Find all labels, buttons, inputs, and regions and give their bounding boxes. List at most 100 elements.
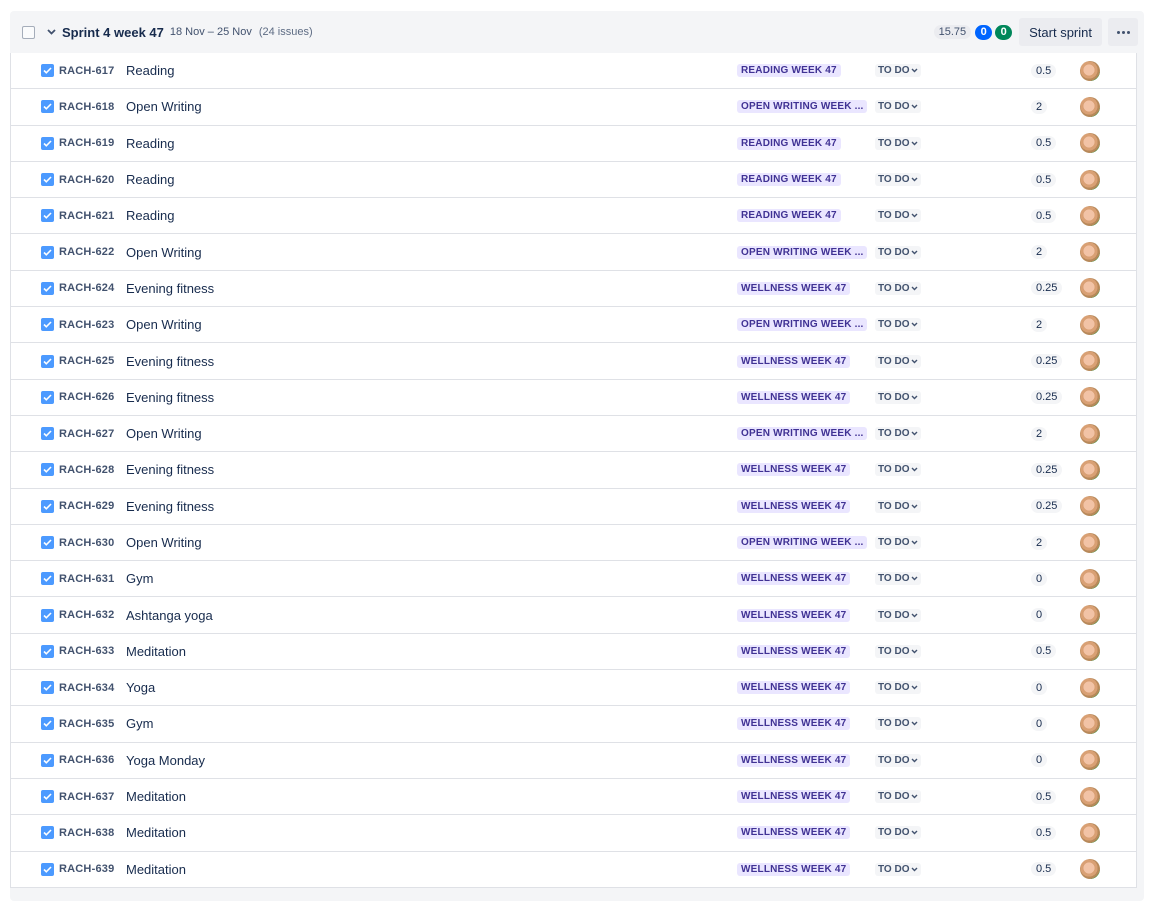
status-dropdown[interactable]: TO DO bbox=[875, 318, 922, 332]
issue-key[interactable]: RACH-625 bbox=[59, 355, 114, 367]
status-dropdown[interactable]: TO DO bbox=[875, 64, 922, 78]
epic-label[interactable]: READING WEEK 47 bbox=[737, 64, 841, 78]
epic-label[interactable]: WELLNESS WEEK 47 bbox=[737, 862, 851, 876]
assignee-avatar[interactable] bbox=[1080, 96, 1100, 117]
issue-summary[interactable]: Evening fitness bbox=[126, 462, 214, 477]
epic-label[interactable]: WELLNESS WEEK 47 bbox=[737, 499, 851, 513]
status-dropdown[interactable]: TO DO bbox=[875, 536, 922, 549]
status-dropdown[interactable]: TO DO bbox=[875, 390, 922, 404]
issue-key[interactable]: RACH-621 bbox=[59, 210, 114, 222]
epic-label[interactable]: WELLNESS WEEK 47 bbox=[737, 753, 851, 767]
issue-key[interactable]: RACH-638 bbox=[59, 827, 114, 839]
issue-summary[interactable]: Open Writing bbox=[126, 535, 202, 550]
story-points-estimate[interactable]: 0 bbox=[1031, 716, 1048, 731]
epic-label[interactable]: OPEN WRITING WEEK ... bbox=[737, 536, 867, 549]
story-points-estimate[interactable]: 0.5 bbox=[1031, 789, 1057, 804]
assignee-avatar[interactable] bbox=[1080, 423, 1100, 444]
story-points-estimate[interactable]: 0.25 bbox=[1031, 390, 1063, 405]
more-actions-button[interactable] bbox=[1108, 18, 1138, 46]
status-dropdown[interactable]: TO DO bbox=[875, 245, 922, 259]
status-dropdown[interactable]: TO DO bbox=[875, 644, 922, 658]
assignee-avatar[interactable] bbox=[1080, 387, 1100, 408]
status-dropdown[interactable]: TO DO bbox=[875, 427, 922, 441]
story-points-estimate[interactable]: 0.25 bbox=[1031, 462, 1063, 477]
assignee-avatar[interactable] bbox=[1080, 314, 1100, 335]
chevron-down-icon[interactable] bbox=[44, 25, 58, 39]
story-points-estimate[interactable]: 2 bbox=[1031, 317, 1048, 332]
issue-summary[interactable]: Meditation bbox=[126, 862, 186, 877]
issue-summary[interactable]: Evening fitness bbox=[126, 281, 214, 296]
issue-key[interactable]: RACH-634 bbox=[59, 682, 114, 694]
issue-summary[interactable]: Meditation bbox=[126, 789, 186, 804]
issue-row[interactable]: RACH-621 Reading READING WEEK 47 TO DO 0… bbox=[11, 198, 1136, 235]
issue-summary[interactable]: Reading bbox=[126, 208, 174, 223]
issue-summary[interactable]: Open Writing bbox=[126, 245, 202, 260]
story-points-estimate[interactable]: 2 bbox=[1031, 245, 1048, 260]
issue-summary[interactable]: Evening fitness bbox=[126, 499, 214, 514]
epic-label[interactable]: OPEN WRITING WEEK ... bbox=[737, 318, 867, 332]
epic-label[interactable]: WELLNESS WEEK 47 bbox=[737, 681, 851, 695]
issue-summary[interactable]: Reading bbox=[126, 172, 174, 187]
assignee-avatar[interactable] bbox=[1080, 713, 1100, 734]
issue-summary[interactable]: Evening fitness bbox=[126, 354, 214, 369]
issue-summary[interactable]: Gym bbox=[126, 716, 153, 731]
issue-row[interactable]: RACH-628 Evening fitness WELLNESS WEEK 4… bbox=[11, 452, 1136, 489]
issue-key[interactable]: RACH-635 bbox=[59, 718, 114, 730]
issue-key[interactable]: RACH-620 bbox=[59, 174, 114, 186]
epic-label[interactable]: WELLNESS WEEK 47 bbox=[737, 608, 851, 622]
epic-label[interactable]: READING WEEK 47 bbox=[737, 173, 841, 187]
issue-row[interactable]: RACH-629 Evening fitness WELLNESS WEEK 4… bbox=[11, 489, 1136, 525]
story-points-estimate[interactable]: 2 bbox=[1031, 426, 1048, 441]
story-points-estimate[interactable]: 2 bbox=[1031, 99, 1048, 114]
epic-label[interactable]: READING WEEK 47 bbox=[737, 136, 841, 150]
status-dropdown[interactable]: TO DO bbox=[875, 608, 922, 622]
assignee-avatar[interactable] bbox=[1080, 133, 1100, 154]
status-dropdown[interactable]: TO DO bbox=[875, 790, 922, 804]
issue-row[interactable]: RACH-623 Open Writing OPEN WRITING WEEK … bbox=[11, 307, 1136, 344]
assignee-avatar[interactable] bbox=[1080, 496, 1100, 517]
assignee-avatar[interactable] bbox=[1080, 278, 1100, 299]
issue-row[interactable]: RACH-624 Evening fitness WELLNESS WEEK 4… bbox=[11, 271, 1136, 308]
status-dropdown[interactable]: TO DO bbox=[875, 100, 922, 114]
issue-key[interactable]: RACH-628 bbox=[59, 464, 114, 476]
epic-label[interactable]: WELLNESS WEEK 47 bbox=[737, 390, 851, 404]
epic-label[interactable]: OPEN WRITING WEEK ... bbox=[737, 427, 867, 441]
epic-label[interactable]: WELLNESS WEEK 47 bbox=[737, 572, 851, 586]
epic-label[interactable]: OPEN WRITING WEEK ... bbox=[737, 245, 867, 259]
issue-row[interactable]: RACH-631 Gym WELLNESS WEEK 47 TO DO 0 bbox=[11, 561, 1136, 598]
issue-key[interactable]: RACH-617 bbox=[59, 65, 114, 77]
story-points-estimate[interactable]: 0.25 bbox=[1031, 281, 1063, 296]
assignee-avatar[interactable] bbox=[1080, 605, 1100, 626]
status-dropdown[interactable]: TO DO bbox=[875, 463, 922, 477]
issue-summary[interactable]: Yoga Monday bbox=[126, 753, 205, 768]
issue-row[interactable]: RACH-619 Reading READING WEEK 47 TO DO 0… bbox=[11, 126, 1136, 162]
sprint-select-checkbox[interactable] bbox=[22, 25, 35, 39]
assignee-avatar[interactable] bbox=[1080, 60, 1100, 81]
issue-summary[interactable]: Reading bbox=[126, 136, 174, 151]
epic-label[interactable]: WELLNESS WEEK 47 bbox=[737, 354, 851, 368]
epic-label[interactable]: OPEN WRITING WEEK ... bbox=[737, 100, 867, 114]
issue-key[interactable]: RACH-637 bbox=[59, 791, 114, 803]
issue-row[interactable]: RACH-620 Reading READING WEEK 47 TO DO 0… bbox=[11, 162, 1136, 199]
story-points-estimate[interactable]: 0.25 bbox=[1031, 354, 1063, 369]
assignee-avatar[interactable] bbox=[1080, 205, 1100, 226]
story-points-estimate[interactable]: 0.5 bbox=[1031, 825, 1057, 840]
assignee-avatar[interactable] bbox=[1080, 822, 1100, 843]
issue-key[interactable]: RACH-639 bbox=[59, 863, 114, 875]
issue-row[interactable]: RACH-634 Yoga WELLNESS WEEK 47 TO DO 0 bbox=[11, 670, 1136, 707]
status-dropdown[interactable]: TO DO bbox=[875, 826, 922, 840]
story-points-estimate[interactable]: 0 bbox=[1031, 680, 1048, 695]
epic-label[interactable]: WELLNESS WEEK 47 bbox=[737, 717, 851, 731]
epic-label[interactable]: WELLNESS WEEK 47 bbox=[737, 281, 851, 295]
assignee-avatar[interactable] bbox=[1080, 859, 1100, 880]
assignee-avatar[interactable] bbox=[1080, 677, 1100, 698]
issue-key[interactable]: RACH-618 bbox=[59, 101, 114, 113]
epic-label[interactable]: READING WEEK 47 bbox=[737, 209, 841, 223]
status-dropdown[interactable]: TO DO bbox=[875, 862, 922, 876]
issue-row[interactable]: RACH-627 Open Writing OPEN WRITING WEEK … bbox=[11, 416, 1136, 453]
story-points-estimate[interactable]: 0 bbox=[1031, 571, 1048, 586]
issue-key[interactable]: RACH-632 bbox=[59, 609, 114, 621]
epic-label[interactable]: WELLNESS WEEK 47 bbox=[737, 644, 851, 658]
status-dropdown[interactable]: TO DO bbox=[875, 136, 922, 150]
status-dropdown[interactable]: TO DO bbox=[875, 572, 922, 586]
